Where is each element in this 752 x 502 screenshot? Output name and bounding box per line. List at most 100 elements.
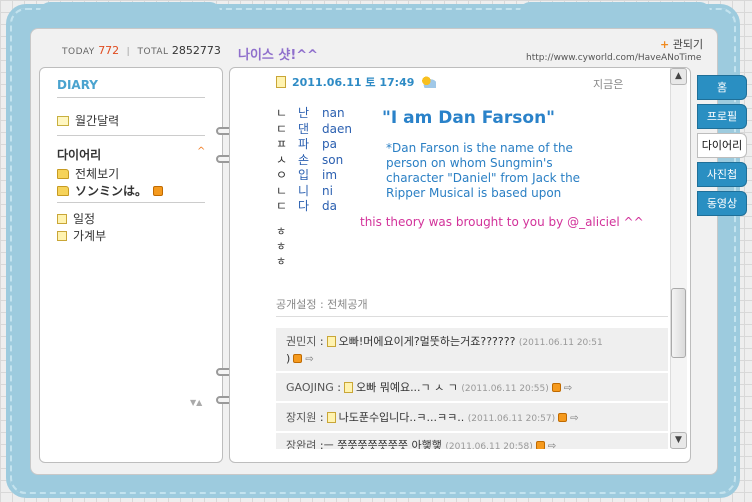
diary-note-icon xyxy=(326,336,336,347)
comment-item: 장완려 :ㅡ 쯧쯧쯧쯧쯧쯧쯧 아햏햏 (2011.06.11 20:58) ⇨ xyxy=(276,433,668,450)
hangul-char: 손 xyxy=(298,152,310,167)
laugh-char: ㅎ xyxy=(276,255,287,268)
sidebar-divider xyxy=(57,202,205,203)
sidebar-diary-title: 다이어리 xyxy=(57,148,102,162)
tab-videos[interactable]: 동영상 xyxy=(697,191,747,216)
jamo-char: ㄷ xyxy=(276,199,288,213)
post-date-text: 2011.06.11 토 17:49 xyxy=(292,76,415,89)
hangul-char: 댄 xyxy=(298,121,310,136)
comment-time: (2011.06.11 20:58) xyxy=(445,442,533,450)
roman-syllable: nan xyxy=(322,106,345,120)
mood-label: 지금은 xyxy=(593,78,624,91)
reply-arrow-icon[interactable]: ⇨ xyxy=(548,441,556,449)
collapse-caret-icon[interactable]: ^ xyxy=(197,146,205,157)
roman-syllable: da xyxy=(322,199,337,213)
roman-syllable: ni xyxy=(322,183,333,198)
tab-diary[interactable]: 다이어리 xyxy=(697,133,747,158)
jamo-char: ㅇ xyxy=(276,168,288,182)
jamo-char: ㅍ xyxy=(276,137,288,151)
sidebar-divider xyxy=(57,97,205,98)
new-badge-icon xyxy=(293,354,303,363)
note-icon xyxy=(57,213,67,224)
comment-item: GAOJING : 오빠 뭐예요...ㄱ ㅅ ㄱ (2011.06.11 20:5… xyxy=(276,373,668,402)
comment-time: (2011.06.11 20:55) xyxy=(461,384,549,394)
diary-note-icon xyxy=(343,382,353,393)
comment-author[interactable]: 장지원 xyxy=(286,411,316,424)
sidebar-item-view-all[interactable]: 전체보기 xyxy=(57,165,119,182)
sun-cloud-icon xyxy=(420,76,437,88)
sidebar-item-label: 전체보기 xyxy=(75,167,120,181)
roman-syllable: im xyxy=(322,168,338,182)
total-count: 2852773 xyxy=(171,44,221,57)
sidebar-item-label: ソンミンは。 xyxy=(75,184,148,198)
new-badge-icon xyxy=(535,441,545,449)
gwan-button[interactable]: + 관되기 xyxy=(660,36,703,52)
jamo-char: ㅅ xyxy=(276,152,288,167)
jamo-char: ㄷ xyxy=(276,121,288,136)
reply-arrow-icon[interactable]: ⇨ xyxy=(570,413,578,424)
laugh-column: ㅎ ㅎ ㅎ xyxy=(276,224,286,269)
scrollbar-thumb[interactable] xyxy=(671,288,686,358)
comment-time: (2011.06.11 20:51 xyxy=(518,338,603,348)
roman-syllable: daen xyxy=(322,121,352,136)
cover-tab-left xyxy=(40,2,220,16)
visitor-counter: TODAY 772 | TOTAL 2852773 xyxy=(62,44,221,57)
comment-author[interactable]: GAOJING xyxy=(286,381,334,394)
comment-text: 오빠!머에요이게?멀뚯하는거죠?????? xyxy=(338,335,516,348)
total-label: TOTAL xyxy=(137,47,169,57)
comment-text: 오빠 뭐예요...ㄱ ㅅ ㄱ xyxy=(355,381,458,394)
post-headline: "I am Dan Farson" xyxy=(382,108,556,128)
reply-arrow-icon[interactable]: ⇨ xyxy=(564,383,572,394)
scrollbar-track[interactable] xyxy=(670,68,687,448)
romanization-column: nan daen pa son im ni da xyxy=(322,106,352,215)
hangul-char: 난 xyxy=(298,106,310,120)
cover-tab-right xyxy=(520,2,710,16)
new-badge-icon xyxy=(153,185,164,196)
hangul-char: 입 xyxy=(298,168,310,182)
tab-photos[interactable]: 사진첩 xyxy=(697,162,747,187)
sidebar-item-folder[interactable]: ソンミンは。 xyxy=(57,182,164,199)
post-date: 2011.06.11 토 17:49 xyxy=(276,74,437,90)
scroll-down-button[interactable]: ▼ xyxy=(670,432,687,449)
reply-arrow-icon[interactable]: ⇨ xyxy=(305,354,313,365)
jamo-char: ㄴ xyxy=(276,106,288,120)
calendar-icon xyxy=(57,115,69,126)
post-credit: this theory was brought to you by @_alic… xyxy=(360,215,644,229)
folder-open-icon xyxy=(57,168,69,179)
comment-item: 장지원 : 나도푼수입니다..ㅋ...ㅋㅋ.. (2011.06.11 20:57… xyxy=(276,403,668,432)
roman-syllable: son xyxy=(322,152,344,167)
sidebar-divider xyxy=(57,135,205,136)
diary-note-icon xyxy=(326,412,336,423)
roman-syllable: pa xyxy=(322,137,337,151)
tab-home[interactable]: 홈 xyxy=(697,75,747,100)
comment-author[interactable]: 권민지 xyxy=(286,335,316,348)
new-badge-icon xyxy=(551,383,561,392)
visibility-setting: 공개설정 : 전체공개 xyxy=(276,298,368,311)
sidebar-item-label: 가계부 xyxy=(73,229,107,243)
post-description: *Dan Farson is the name of the person on… xyxy=(386,141,581,200)
today-label: TODAY xyxy=(62,47,95,57)
scroll-up-button[interactable]: ▲ xyxy=(670,68,687,85)
sidebar-item-monthly[interactable]: 월간달력 xyxy=(57,112,119,129)
sidebar-section-title: DIARY xyxy=(57,78,98,92)
tab-profile[interactable]: 프로필 xyxy=(697,104,747,129)
hangul-column: 난 댄 파 손 입 니 다 xyxy=(298,106,309,215)
folder-icon xyxy=(57,185,69,196)
today-count: 772 xyxy=(98,44,120,57)
homepage-url[interactable]: http://www.cyworld.com/HaveANoTime xyxy=(526,53,701,63)
comment-text: 나도푼수입니다..ㅋ...ㅋㅋ.. xyxy=(338,411,465,424)
comment-author[interactable]: 장완려 xyxy=(286,439,316,449)
sidebar-item-label: 월간달력 xyxy=(75,114,120,128)
sidebar-item-schedule[interactable]: 일정 xyxy=(57,210,95,227)
note-icon xyxy=(57,230,67,241)
hangul-char: 파 xyxy=(298,137,310,151)
comment-text: ㅡ 쯧쯧쯧쯧쯧쯧쯧 아햏햏 xyxy=(323,439,442,450)
page-arrows-icon[interactable]: ▼▲ xyxy=(190,398,202,407)
gwan-label: 관되기 xyxy=(672,38,704,51)
laugh-char: ㅎ xyxy=(276,225,287,238)
hangul-char: 다 xyxy=(298,199,310,213)
comments-divider xyxy=(276,316,668,317)
sidebar-item-budget[interactable]: 가계부 xyxy=(57,227,106,244)
sidebar-item-label: 일정 xyxy=(73,212,96,226)
page-title: 나이스 샷!^^ xyxy=(238,48,319,63)
